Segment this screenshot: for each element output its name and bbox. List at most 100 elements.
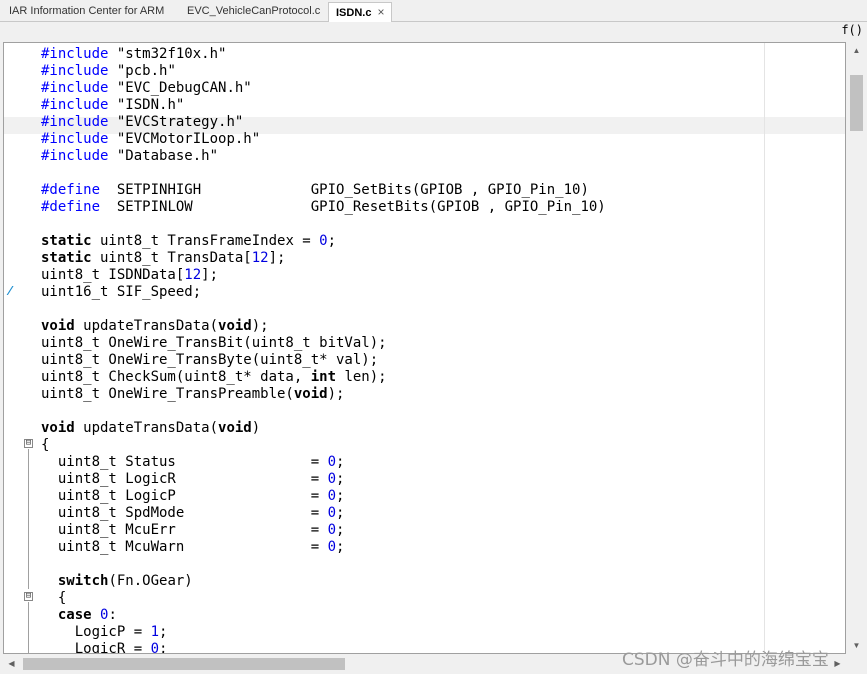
code-token: 1: [150, 624, 160, 640]
code-token: 0: [150, 641, 160, 654]
code-token: uint16_t SIF_Speed;: [41, 284, 202, 300]
code-token: SETPINLOW GPIO_ResetBits(GPIOB , GPIO_Pi…: [100, 199, 606, 215]
code-token: ;: [336, 522, 345, 538]
code-line: LogicR = 0;: [41, 641, 168, 654]
code-token: int: [310, 369, 337, 385]
vertical-scroll-thumb[interactable]: [850, 75, 863, 131]
code-token: ;: [336, 505, 345, 521]
code-token: void: [218, 420, 252, 436]
code-token: uint8_t ISDNData[: [41, 267, 185, 283]
code-token: void: [218, 318, 252, 334]
code-line: case 0:: [41, 607, 117, 624]
code-token: uint8_t McuErr =: [41, 522, 328, 538]
code-token: static: [41, 250, 92, 266]
code-token: ;: [327, 233, 337, 249]
code-token: ;: [336, 454, 345, 470]
code-token: 0: [327, 488, 337, 504]
code-token: 0: [319, 233, 328, 249]
code-line: uint8_t CheckSum(uint8_t* data, int len)…: [41, 369, 387, 386]
scroll-down-icon[interactable]: ▼: [846, 637, 867, 654]
code-line: uint8_t OneWire_TransBit(uint8_t bitVal)…: [41, 335, 387, 352]
function-list-button[interactable]: f(): [841, 23, 863, 37]
code-token: "ISDN.h": [108, 97, 185, 113]
tab-label: ISDN.c: [336, 7, 372, 19]
code-token: "pcb.h": [108, 63, 176, 79]
code-token: (Fn.OGear): [108, 573, 193, 589]
code-line: uint8_t SpdMode = 0;: [41, 505, 345, 522]
code-token: len);: [336, 369, 387, 385]
code-token: LogicP =: [41, 624, 151, 640]
code-line: uint8_t OneWire_TransPreamble(void);: [41, 386, 344, 403]
scroll-right-icon[interactable]: ▶: [829, 654, 846, 674]
code-token: updateTransData(: [74, 318, 219, 334]
code-token: uint8_t TransData[: [91, 250, 252, 266]
code-line: uint8_t OneWire_TransByte(uint8_t* val);: [41, 352, 378, 369]
tab-iar-information-center[interactable]: IAR Information Center for ARM: [2, 2, 171, 22]
code-token: ];: [268, 250, 286, 266]
code-line: static uint8_t TransFrameIndex = 0;: [41, 233, 336, 250]
code-token: ];: [201, 267, 219, 283]
code-token: #include: [41, 46, 109, 62]
code-line: uint8_t Status = 0;: [41, 454, 345, 471]
code-line: {: [41, 590, 66, 607]
code-token: uint8_t LogicP =: [41, 488, 328, 504]
scrollbar-corner: [846, 654, 867, 674]
code-token: "EVCStrategy.h": [108, 114, 244, 130]
code-token: {: [41, 590, 67, 606]
code-token: #define: [41, 182, 101, 198]
tab-label: EVC_VehicleCanProtocol.c: [187, 5, 321, 17]
fold-guide: [28, 602, 29, 653]
code-line: #define SETPINHIGH GPIO_SetBits(GPIOB , …: [41, 182, 589, 199]
code-token: );: [251, 318, 269, 334]
code-token: LogicR =: [41, 641, 151, 654]
fold-toggle-icon[interactable]: ⊟: [24, 439, 33, 448]
horizontal-scroll-thumb[interactable]: [23, 658, 345, 670]
code-token: updateTransData(: [74, 420, 219, 436]
code-token: #define: [41, 199, 101, 215]
code-token: ;: [159, 624, 168, 640]
watermark: CSDN @奋斗中的海绵宝宝: [622, 650, 829, 670]
code-line: void updateTransData(void);: [41, 318, 269, 335]
code-token: ;: [336, 471, 345, 487]
code-line: #include "pcb.h": [41, 63, 176, 80]
code-token: uint8_t CheckSum(uint8_t* data,: [41, 369, 311, 385]
code-line: uint8_t McuErr = 0;: [41, 522, 345, 539]
code-token: SETPINHIGH GPIO_SetBits(GPIOB , GPIO_Pin…: [100, 182, 589, 198]
code-token: case: [57, 607, 92, 623]
code-token: #include: [41, 131, 109, 147]
fold-toggle-icon[interactable]: ⊟: [24, 592, 33, 601]
code-token: uint8_t LogicR =: [41, 471, 328, 487]
code-token: uint8_t McuWarn =: [41, 539, 328, 555]
code-token: 12: [251, 250, 269, 266]
editor-toolbar: f(): [0, 22, 867, 42]
code-token: void: [293, 386, 328, 402]
code-token: #include: [41, 80, 109, 96]
tab-isdn-c[interactable]: ISDN.c ×: [328, 2, 393, 23]
code-editor[interactable]: ⁄ ⊟ ⊟ #include "stm32f10x.h" #include "pc…: [3, 42, 846, 654]
fold-guide: [28, 449, 29, 589]
code-token: :: [108, 607, 117, 623]
vertical-scrollbar[interactable]: ▲ ▼: [846, 42, 867, 654]
code-token: #include: [41, 148, 109, 164]
tab-label: IAR Information Center for ARM: [9, 5, 165, 17]
code-token: 0: [327, 505, 337, 521]
code-token: "Database.h": [108, 148, 219, 164]
code-token: #include: [41, 63, 109, 79]
code-token: "EVCMotorILoop.h": [108, 131, 261, 147]
code-token: 0: [327, 454, 337, 470]
close-icon[interactable]: ×: [377, 5, 384, 19]
code-line: #include "EVCStrategy.h": [41, 114, 243, 131]
tab-evc-vehicle-can-protocol[interactable]: EVC_VehicleCanProtocol.c: [180, 2, 327, 22]
code-line: uint16_t SIF_Speed;: [41, 284, 201, 301]
code-token: 0: [327, 539, 337, 555]
code-line: uint8_t LogicR = 0;: [41, 471, 345, 488]
code-line: LogicP = 1;: [41, 624, 168, 641]
scroll-left-icon[interactable]: ◀: [3, 654, 20, 674]
tab-bar: IAR Information Center for ARM EVC_Vehic…: [0, 0, 867, 23]
scroll-up-icon[interactable]: ▲: [846, 42, 867, 59]
code-line: static uint8_t TransData[12];: [41, 250, 285, 267]
code-line: uint8_t LogicP = 0;: [41, 488, 345, 505]
code-token: switch: [57, 573, 109, 589]
